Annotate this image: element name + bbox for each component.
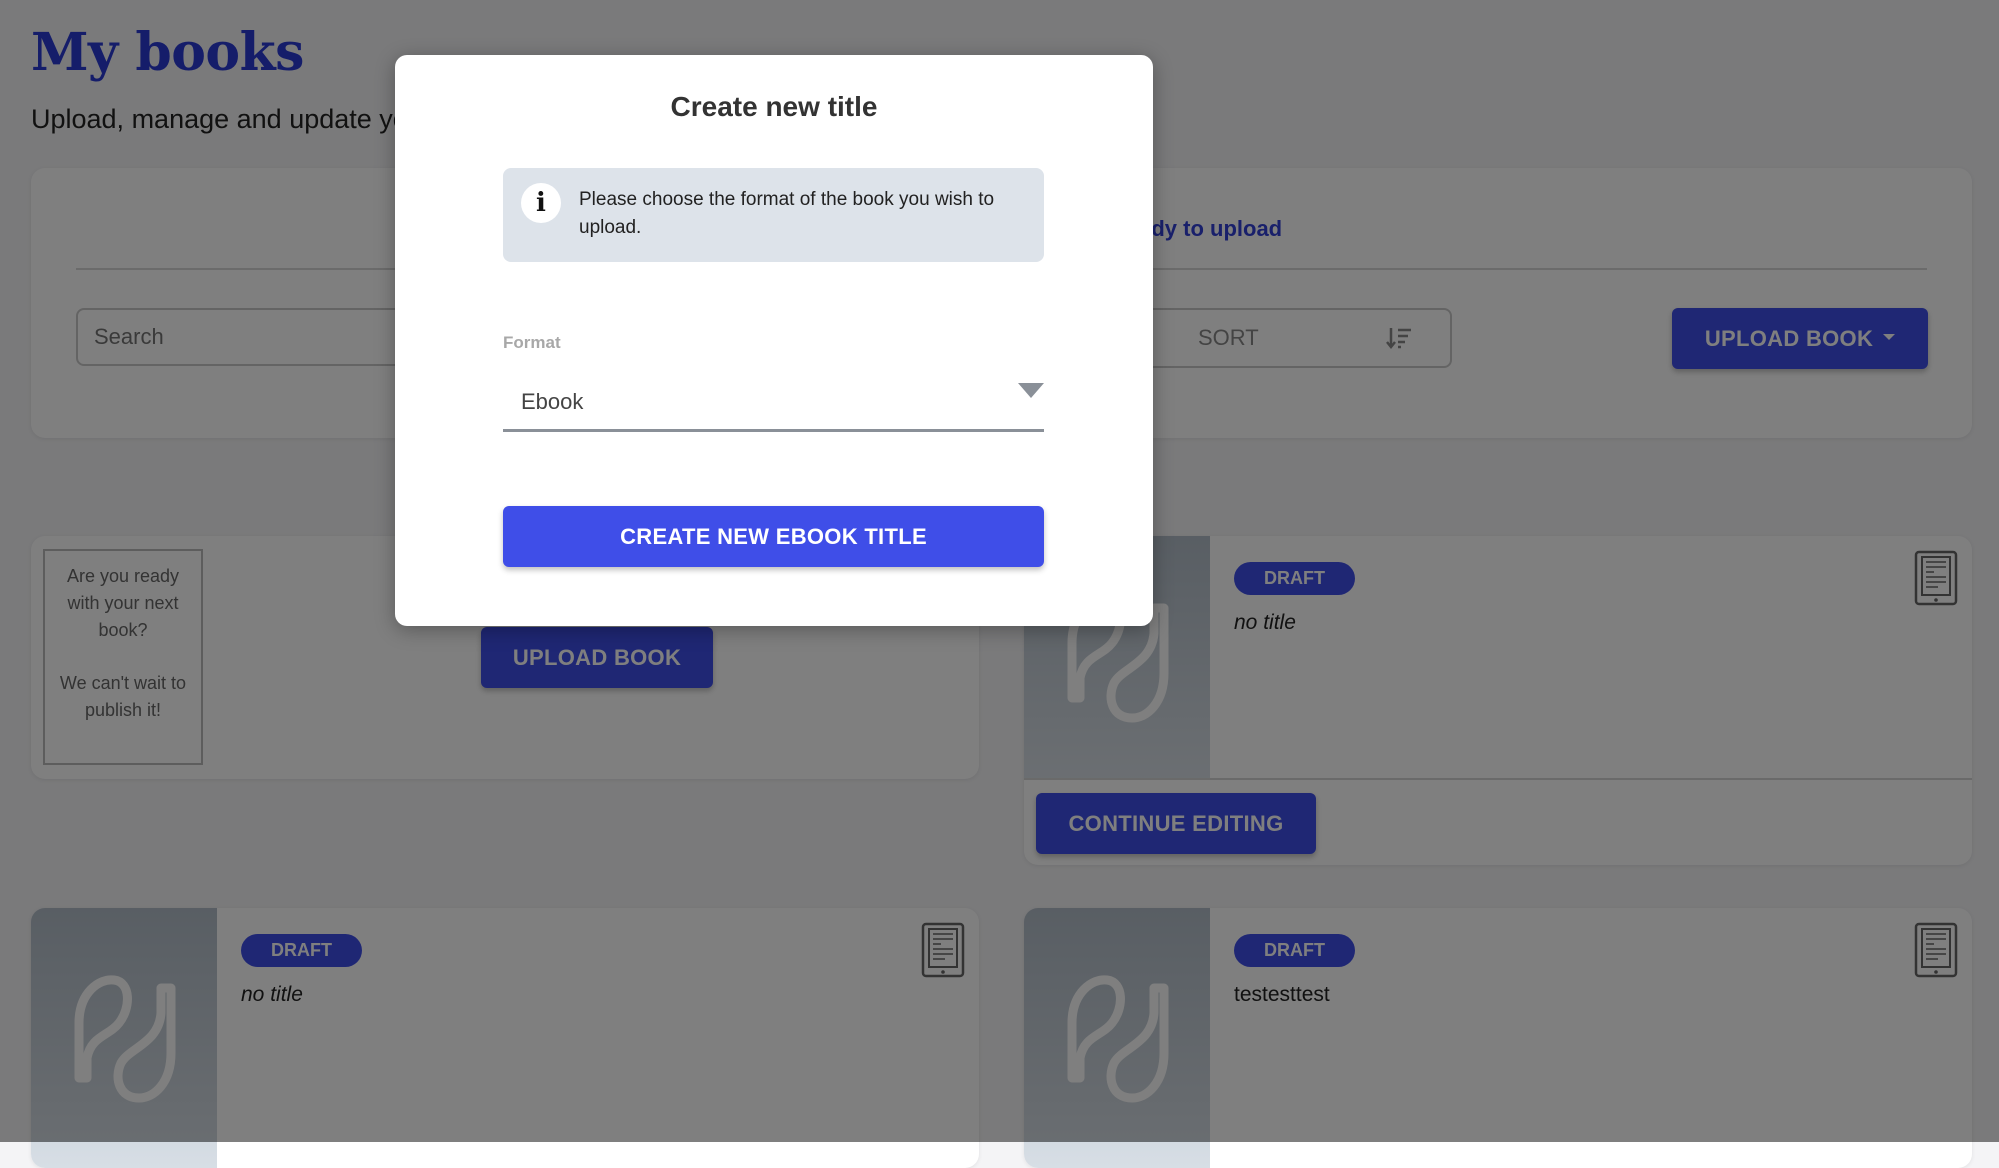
- format-select-value: Ebook: [521, 389, 584, 414]
- info-text: Please choose the format of the book you…: [579, 189, 995, 238]
- dropdown-arrow-icon: [1018, 383, 1044, 398]
- modal-title: Create new title: [670, 91, 878, 122]
- info-alert: i Please choose the format of the book y…: [503, 168, 1044, 262]
- format-label: Format: [503, 333, 561, 352]
- info-icon: i: [521, 183, 561, 223]
- format-select[interactable]: Ebook: [503, 373, 1044, 432]
- create-title-modal: Create new title i Please choose the for…: [395, 55, 1153, 626]
- create-ebook-title-button[interactable]: CREATE NEW EBOOK TITLE: [503, 506, 1044, 567]
